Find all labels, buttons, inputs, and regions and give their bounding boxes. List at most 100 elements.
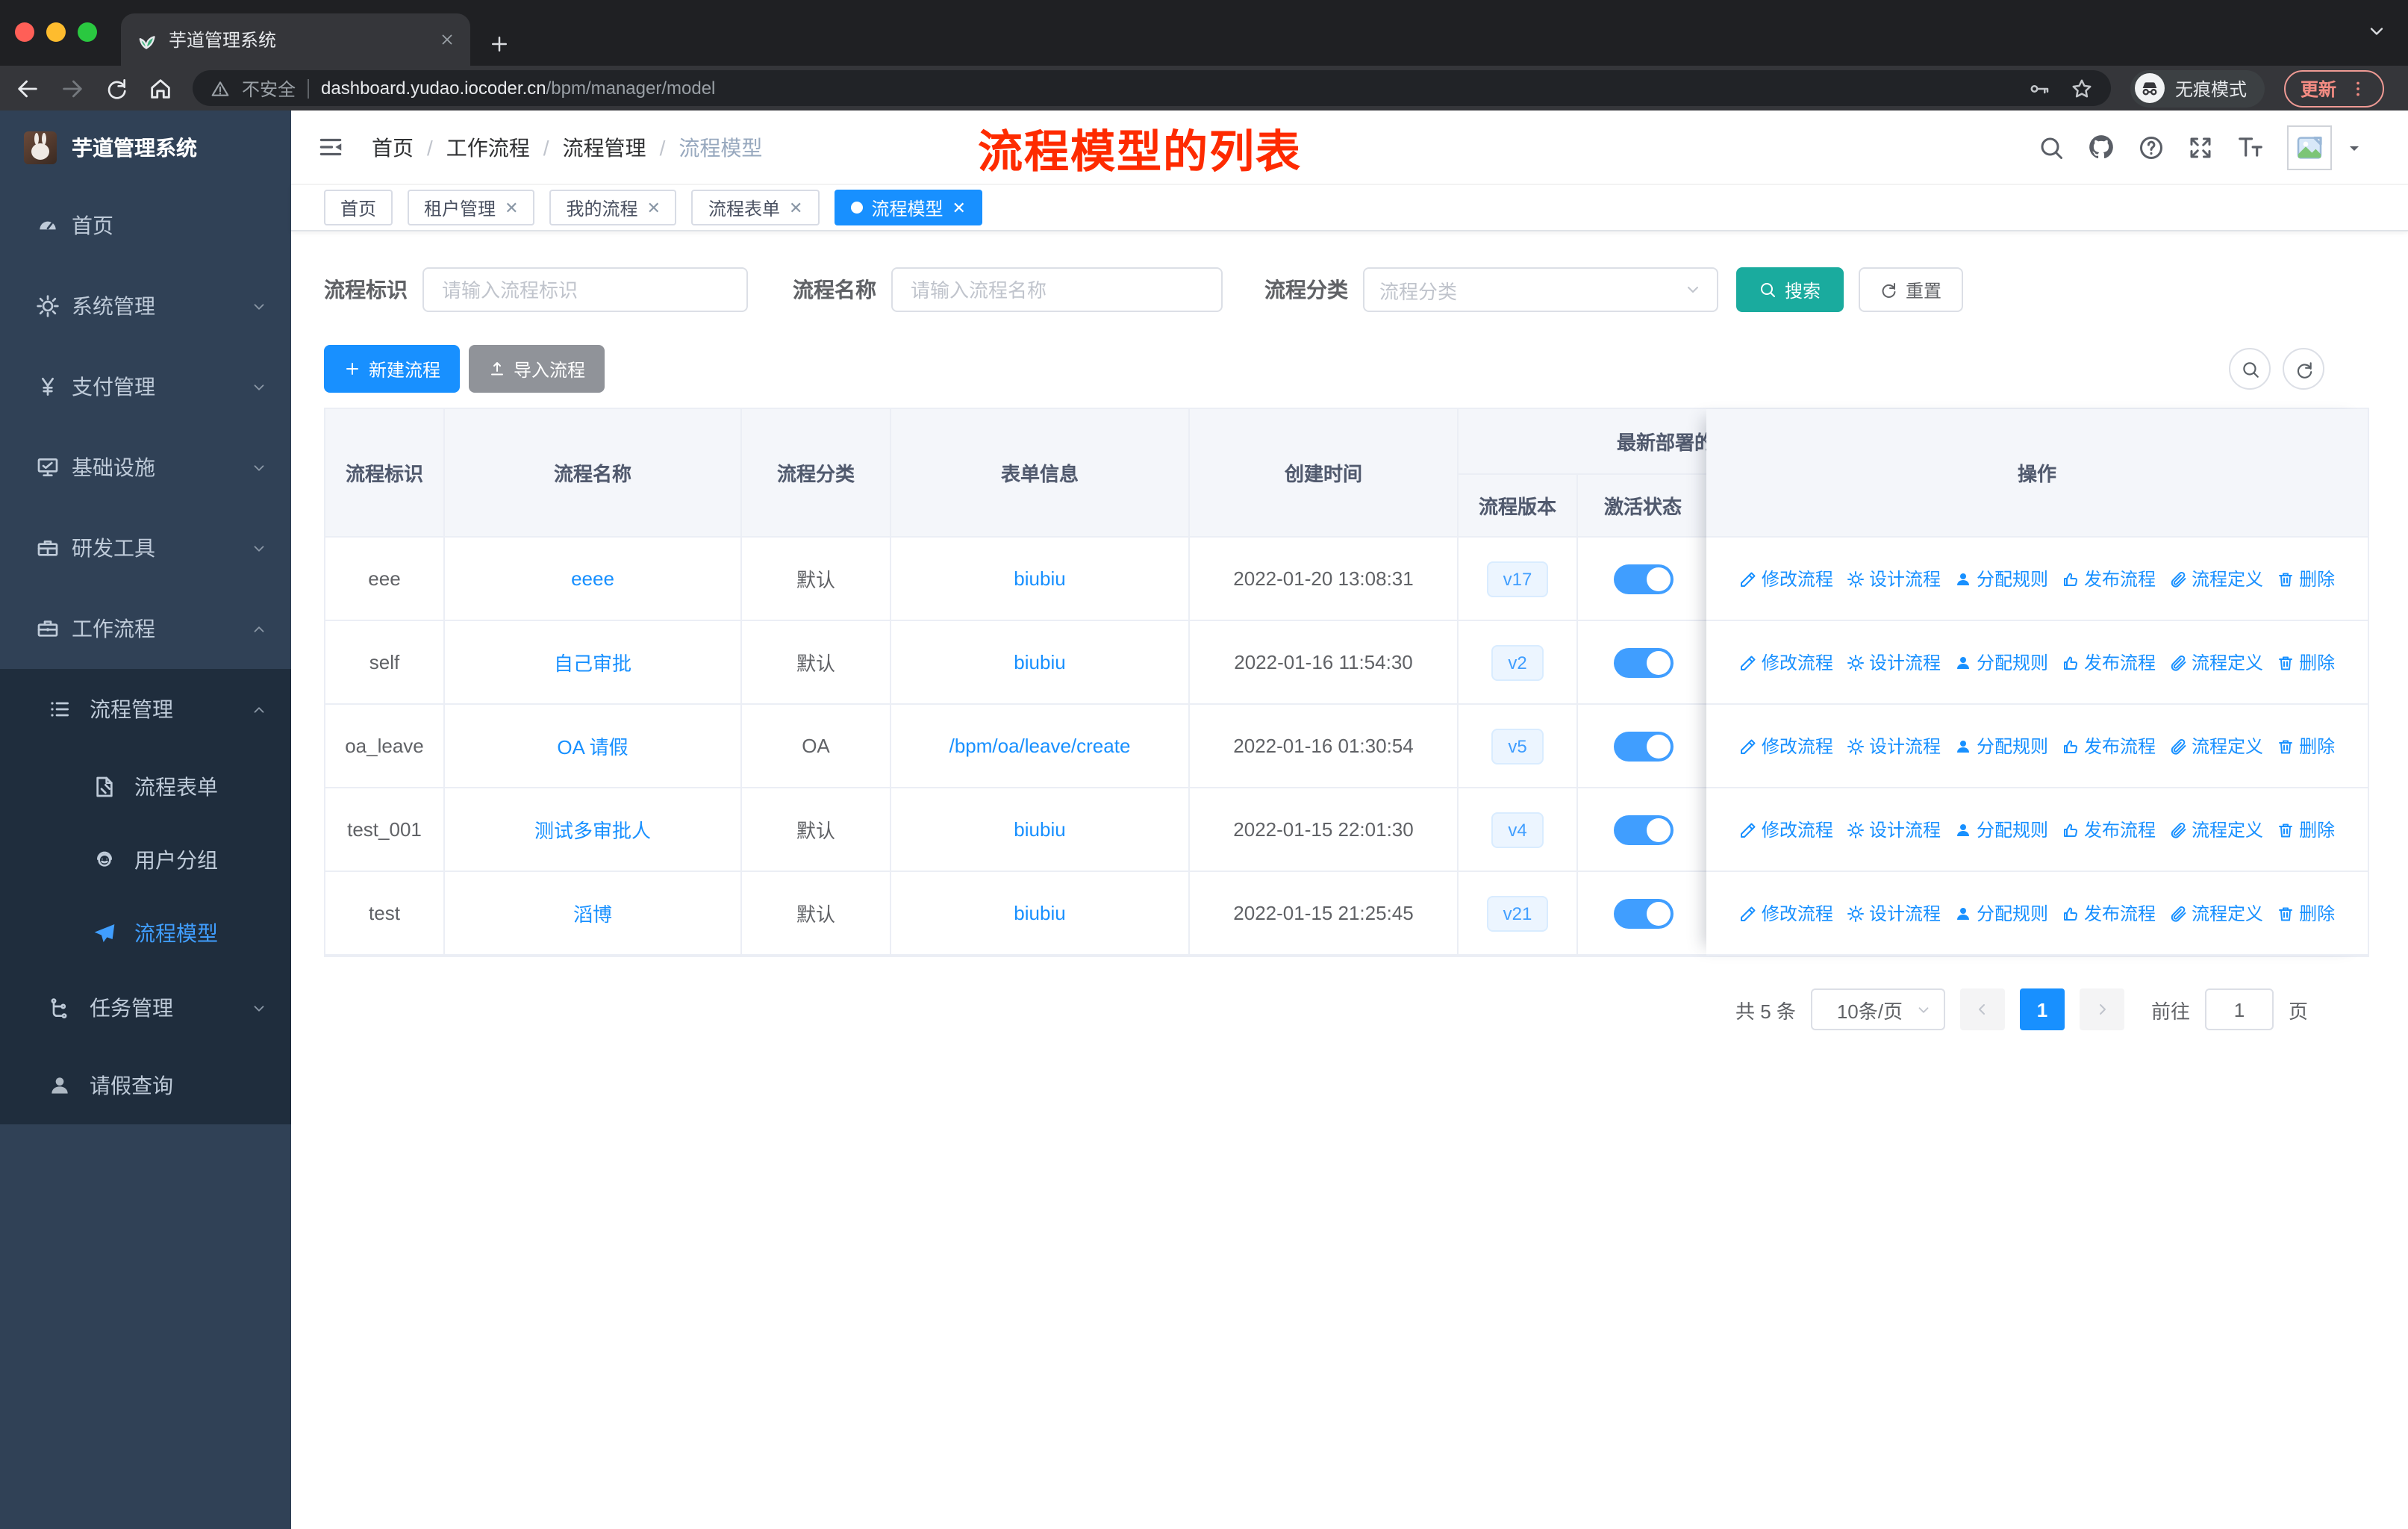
address-bar[interactable]: 不安全 dashboard.yudao.iocoder.cn/bpm/manag… bbox=[193, 70, 2111, 106]
refresh-table-button[interactable] bbox=[2283, 348, 2324, 390]
close-icon[interactable]: ✕ bbox=[789, 198, 802, 217]
active-switch[interactable] bbox=[1613, 898, 1673, 928]
action-modify-link[interactable]: 修改流程 bbox=[1739, 817, 1833, 842]
page-size-select[interactable]: 10条/页 bbox=[1810, 988, 1945, 1030]
form-info-link[interactable]: biubiu bbox=[1014, 902, 1065, 924]
font-size-icon[interactable] bbox=[2236, 133, 2265, 161]
sidebar-item-workflow[interactable]: 工作流程 bbox=[0, 588, 291, 669]
tag-process-model[interactable]: 流程模型 ✕ bbox=[834, 190, 982, 225]
action-assign-rule-link[interactable]: 分配规则 bbox=[1954, 817, 2048, 842]
action-assign-rule-link[interactable]: 分配规则 bbox=[1954, 733, 2048, 759]
search-button[interactable]: 搜索 bbox=[1736, 267, 1844, 312]
active-switch[interactable] bbox=[1613, 815, 1673, 844]
sidebar-item-process-model[interactable]: 流程模型 bbox=[0, 896, 291, 969]
action-modify-link[interactable]: 修改流程 bbox=[1739, 566, 1833, 591]
action-assign-rule-link[interactable]: 分配规则 bbox=[1954, 900, 2048, 926]
action-deploy-link[interactable]: 发布流程 bbox=[2062, 566, 2156, 591]
toggle-search-button[interactable] bbox=[2229, 348, 2271, 390]
sidebar-item-devtools[interactable]: 研发工具 bbox=[0, 508, 291, 588]
action-definition-link[interactable]: 流程定义 bbox=[2169, 900, 2263, 926]
tag-process-form[interactable]: 流程表单 ✕ bbox=[691, 190, 820, 225]
action-deploy-link[interactable]: 发布流程 bbox=[2062, 650, 2156, 675]
tab-close-icon[interactable] bbox=[439, 31, 455, 48]
search-icon[interactable] bbox=[2038, 134, 2065, 161]
browser-menu-dots-icon[interactable] bbox=[2348, 78, 2368, 98]
tab-list-chevron-icon[interactable] bbox=[2366, 21, 2387, 42]
action-delete-link[interactable]: 删除 bbox=[2277, 817, 2335, 842]
action-delete-link[interactable]: 删除 bbox=[2277, 900, 2335, 926]
action-assign-rule-link[interactable]: 分配规则 bbox=[1954, 650, 2048, 675]
sidebar-item-infra[interactable]: 基础设施 bbox=[0, 427, 291, 508]
minimize-window-button[interactable] bbox=[46, 22, 66, 42]
process-name-link[interactable]: 测试多审批人 bbox=[534, 820, 651, 842]
next-page-button[interactable] bbox=[2079, 988, 2124, 1030]
action-definition-link[interactable]: 流程定义 bbox=[2169, 650, 2263, 675]
close-window-button[interactable] bbox=[15, 22, 34, 42]
action-delete-link[interactable]: 删除 bbox=[2277, 650, 2335, 675]
new-tab-button[interactable] bbox=[488, 33, 511, 55]
sidebar-item-payment[interactable]: 支付管理 bbox=[0, 346, 291, 427]
back-button[interactable] bbox=[15, 75, 40, 101]
sidebar-item-task-management[interactable]: 任务管理 bbox=[0, 969, 291, 1047]
breadcrumb-process-management[interactable]: 流程管理 bbox=[563, 132, 646, 162]
process-id-input[interactable] bbox=[422, 267, 748, 312]
sidebar-item-process-management[interactable]: 流程管理 bbox=[0, 669, 291, 750]
process-name-link[interactable]: OA 请假 bbox=[557, 736, 628, 759]
app-logo[interactable]: 芋道管理系统 bbox=[0, 110, 291, 185]
action-delete-link[interactable]: 删除 bbox=[2277, 733, 2335, 759]
process-name-input[interactable] bbox=[891, 267, 1223, 312]
action-delete-link[interactable]: 删除 bbox=[2277, 566, 2335, 591]
key-icon[interactable] bbox=[2029, 77, 2051, 99]
action-modify-link[interactable]: 修改流程 bbox=[1739, 650, 1833, 675]
reload-button[interactable] bbox=[105, 76, 128, 100]
tag-my-process[interactable]: 我的流程 ✕ bbox=[549, 190, 677, 225]
action-definition-link[interactable]: 流程定义 bbox=[2169, 733, 2263, 759]
close-icon[interactable]: ✕ bbox=[952, 198, 965, 217]
action-design-link[interactable]: 设计流程 bbox=[1847, 650, 1941, 675]
form-info-link[interactable]: biubiu bbox=[1014, 818, 1065, 841]
action-definition-link[interactable]: 流程定义 bbox=[2169, 566, 2263, 591]
tag-tenant[interactable]: 租户管理 ✕ bbox=[408, 190, 535, 225]
action-modify-link[interactable]: 修改流程 bbox=[1739, 900, 1833, 926]
browser-tab[interactable]: 芋道管理系统 bbox=[121, 13, 470, 66]
create-process-button[interactable]: 新建流程 bbox=[324, 345, 461, 393]
action-definition-link[interactable]: 流程定义 bbox=[2169, 817, 2263, 842]
active-switch[interactable] bbox=[1613, 564, 1673, 594]
sidebar-item-leave-query[interactable]: 请假查询 bbox=[0, 1047, 291, 1124]
avatar-caret-down-icon[interactable] bbox=[2345, 138, 2363, 156]
import-process-button[interactable]: 导入流程 bbox=[469, 345, 605, 393]
breadcrumb-workflow[interactable]: 工作流程 bbox=[446, 132, 530, 162]
form-info-link[interactable]: /bpm/oa/leave/create bbox=[949, 735, 1131, 757]
action-design-link[interactable]: 设计流程 bbox=[1847, 566, 1941, 591]
collapse-sidebar-icon[interactable] bbox=[316, 133, 345, 161]
reset-button[interactable]: 重置 bbox=[1859, 267, 1963, 312]
process-name-link[interactable]: eeee bbox=[571, 567, 614, 590]
process-name-link[interactable]: 自己审批 bbox=[554, 653, 631, 675]
sidebar-item-process-form[interactable]: 流程表单 bbox=[0, 750, 291, 823]
browser-update-pill[interactable]: 更新 bbox=[2284, 69, 2385, 107]
home-button[interactable] bbox=[148, 75, 173, 101]
tag-home[interactable]: 首页 bbox=[324, 190, 393, 225]
page-number-1[interactable]: 1 bbox=[2019, 988, 2065, 1030]
close-icon[interactable]: ✕ bbox=[647, 198, 661, 217]
close-icon[interactable]: ✕ bbox=[505, 198, 518, 217]
action-design-link[interactable]: 设计流程 bbox=[1847, 900, 1941, 926]
help-icon[interactable] bbox=[2138, 134, 2165, 161]
action-deploy-link[interactable]: 发布流程 bbox=[2062, 817, 2156, 842]
active-switch[interactable] bbox=[1613, 647, 1673, 677]
breadcrumb-home[interactable]: 首页 bbox=[372, 132, 414, 162]
avatar[interactable] bbox=[2287, 125, 2332, 169]
prev-page-button[interactable] bbox=[1959, 988, 2005, 1030]
forward-button[interactable] bbox=[60, 75, 85, 101]
process-category-select[interactable]: 流程分类 bbox=[1363, 267, 1718, 312]
form-info-link[interactable]: biubiu bbox=[1014, 567, 1065, 590]
process-name-link[interactable]: 滔博 bbox=[573, 903, 612, 926]
sidebar-item-system[interactable]: 系统管理 bbox=[0, 266, 291, 346]
goto-page-input[interactable] bbox=[2204, 988, 2274, 1030]
action-deploy-link[interactable]: 发布流程 bbox=[2062, 733, 2156, 759]
sidebar-item-user-group[interactable]: 用户分组 bbox=[0, 823, 291, 896]
form-info-link[interactable]: biubiu bbox=[1014, 651, 1065, 673]
fullscreen-icon[interactable] bbox=[2187, 134, 2214, 161]
bookmark-star-icon[interactable] bbox=[2071, 77, 2093, 99]
action-deploy-link[interactable]: 发布流程 bbox=[2062, 900, 2156, 926]
